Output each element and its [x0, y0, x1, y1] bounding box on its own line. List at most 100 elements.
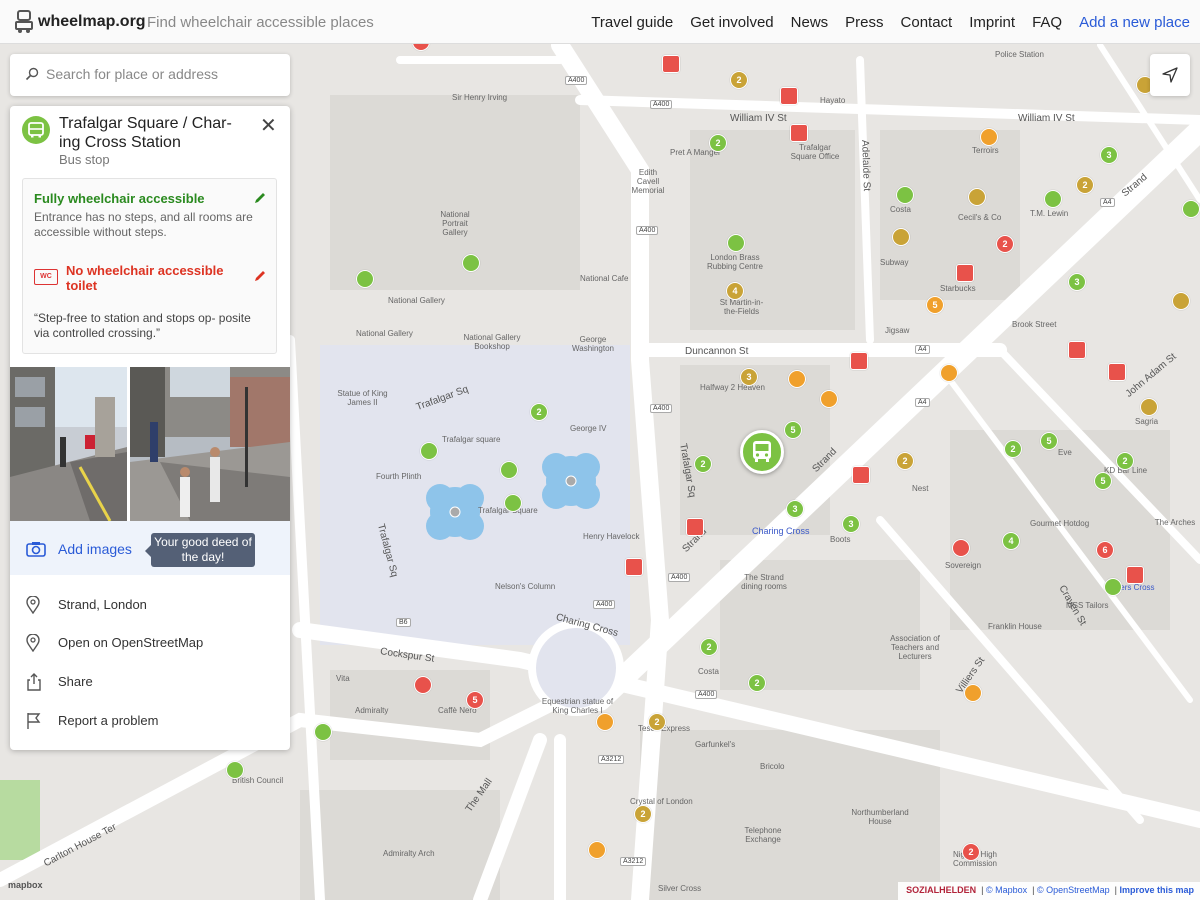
map-marker[interactable]: 4: [726, 282, 744, 300]
map-label: Charing Cross: [752, 526, 810, 536]
tagline: Find wheelchair accessible places: [147, 14, 374, 31]
map-marker[interactable]: [850, 352, 868, 370]
map-marker[interactable]: [1182, 200, 1200, 218]
map-marker[interactable]: [414, 676, 432, 694]
map-marker[interactable]: 3: [842, 515, 860, 533]
map-marker[interactable]: [790, 124, 808, 142]
map-label: Trafalgar Square Office: [790, 143, 840, 161]
map-marker[interactable]: 2: [634, 805, 652, 823]
map-marker[interactable]: 2: [996, 235, 1014, 253]
pencil-icon[interactable]: [253, 269, 267, 283]
map-marker[interactable]: 3: [1100, 146, 1118, 164]
map-marker[interactable]: 6: [1096, 541, 1114, 559]
map-marker[interactable]: 5: [784, 421, 802, 439]
place-photo[interactable]: [130, 367, 290, 521]
map-marker[interactable]: 2: [530, 403, 548, 421]
open-osm-link[interactable]: Open on OpenStreetMap: [10, 624, 290, 662]
address-link[interactable]: Strand, London: [10, 586, 290, 624]
nav-press[interactable]: Press: [845, 14, 883, 31]
map-marker[interactable]: [504, 494, 522, 512]
map-label: Cecil's & Co: [958, 213, 1002, 222]
nav-news[interactable]: News: [791, 14, 829, 31]
map-marker[interactable]: [727, 234, 745, 252]
share-button[interactable]: Share: [10, 663, 290, 701]
map-marker[interactable]: 5: [1040, 432, 1058, 450]
brand-name[interactable]: wheelmap.org: [38, 13, 146, 31]
map-marker[interactable]: [1172, 292, 1190, 310]
improve-map-link[interactable]: Improve this map: [1119, 885, 1194, 895]
map-marker[interactable]: 2: [730, 71, 748, 89]
map-marker[interactable]: [1140, 398, 1158, 416]
address-label: Strand, London: [58, 597, 147, 612]
nav-faq[interactable]: FAQ: [1032, 14, 1062, 31]
map-marker[interactable]: 2: [709, 134, 727, 152]
place-photo[interactable]: [10, 367, 127, 521]
map-marker[interactable]: [226, 761, 244, 779]
map-marker[interactable]: 4: [1002, 532, 1020, 550]
nav-contact[interactable]: Contact: [901, 14, 953, 31]
nav-travel-guide[interactable]: Travel guide: [591, 14, 673, 31]
pencil-icon[interactable]: [253, 191, 267, 205]
map-marker[interactable]: [968, 188, 986, 206]
map-marker[interactable]: [596, 713, 614, 731]
map-marker[interactable]: [625, 558, 643, 576]
search-input[interactable]: [44, 65, 278, 83]
map-marker[interactable]: [964, 684, 982, 702]
map-label: Henry Havelock: [583, 532, 640, 541]
map-marker[interactable]: [820, 390, 838, 408]
map-marker[interactable]: [314, 723, 332, 741]
map-marker[interactable]: [462, 254, 480, 272]
map-marker[interactable]: [1044, 190, 1062, 208]
map-marker[interactable]: 2: [1004, 440, 1022, 458]
selected-bus-stop-marker[interactable]: [740, 430, 784, 474]
map-marker[interactable]: 5: [926, 296, 944, 314]
add-images-button[interactable]: Add images Your good deed of the day!: [10, 521, 290, 575]
close-icon[interactable]: ✕: [260, 116, 277, 136]
wheelmap-logo-icon[interactable]: [15, 10, 33, 34]
map-marker[interactable]: [588, 841, 606, 859]
map-marker[interactable]: 2: [700, 638, 718, 656]
osm-link[interactable]: © OpenStreetMap: [1037, 885, 1110, 895]
map-marker[interactable]: [1108, 363, 1126, 381]
map-label: Fourth Plinth: [376, 472, 422, 481]
map-marker[interactable]: [356, 270, 374, 288]
map-marker[interactable]: [892, 228, 910, 246]
map-marker[interactable]: [852, 466, 870, 484]
map-marker[interactable]: 2: [694, 455, 712, 473]
map-marker[interactable]: [662, 55, 680, 73]
map-marker[interactable]: 3: [786, 500, 804, 518]
map-label: Gourmet Hotdog: [1030, 519, 1090, 528]
map-marker[interactable]: 2: [748, 674, 766, 692]
sozialhelden-link[interactable]: SOZIALHELDEN: [906, 885, 976, 895]
top-bar: wheelmap.org Find wheelchair accessible …: [0, 0, 1200, 44]
map-marker[interactable]: [788, 370, 806, 388]
map-marker[interactable]: 2: [1116, 452, 1134, 470]
map-marker[interactable]: [940, 364, 958, 382]
map-label: Boots: [830, 535, 851, 544]
map-marker[interactable]: [420, 442, 438, 460]
add-new-place-link[interactable]: Add a new place: [1079, 14, 1190, 31]
map-marker[interactable]: [1126, 566, 1144, 584]
map-marker[interactable]: 2: [896, 452, 914, 470]
nav-get-involved[interactable]: Get involved: [690, 14, 773, 31]
locate-me-button[interactable]: [1150, 54, 1190, 96]
map-marker[interactable]: 5: [1094, 472, 1112, 490]
map-marker[interactable]: [780, 87, 798, 105]
map-marker[interactable]: 5: [466, 691, 484, 709]
map-marker[interactable]: [896, 186, 914, 204]
map-marker[interactable]: [1068, 341, 1086, 359]
map-marker[interactable]: [956, 264, 974, 282]
mapbox-link[interactable]: © Mapbox: [986, 885, 1027, 895]
map-marker[interactable]: [952, 539, 970, 557]
map-marker[interactable]: 2: [1076, 176, 1094, 194]
map-marker[interactable]: [1104, 578, 1122, 596]
map-marker[interactable]: [980, 128, 998, 146]
map-marker[interactable]: [686, 518, 704, 536]
map-marker[interactable]: [500, 461, 518, 479]
map-marker[interactable]: 3: [740, 368, 758, 386]
map-marker[interactable]: 3: [1068, 273, 1086, 291]
nav-imprint[interactable]: Imprint: [969, 14, 1015, 31]
report-problem-button[interactable]: Report a problem: [10, 702, 290, 740]
map-marker[interactable]: 2: [962, 843, 980, 861]
map-marker[interactable]: 2: [648, 713, 666, 731]
